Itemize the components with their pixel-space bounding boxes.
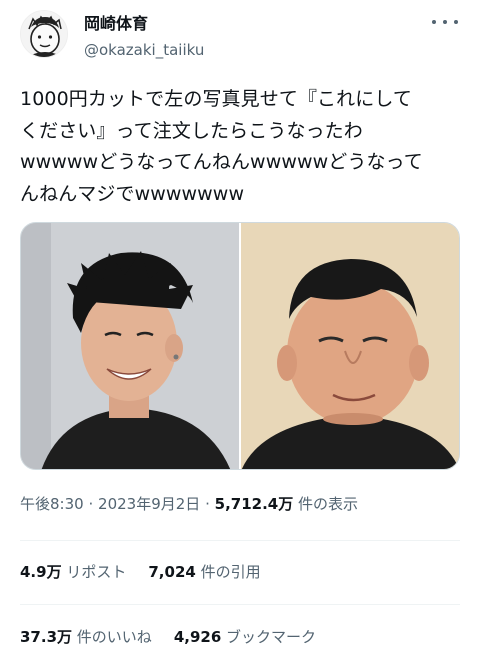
- tweet-text-line: 1000円カットで左の写真見せて『これにして: [20, 88, 412, 110]
- dot: [432, 20, 436, 24]
- tweet-header: 岡崎体育 @okazaki_taiiku: [20, 10, 460, 66]
- bookmarks-label: ブックマーク: [226, 628, 317, 646]
- dot: [454, 20, 458, 24]
- quotes-count: 7,024: [148, 563, 196, 581]
- meta-separator: ·: [205, 495, 210, 513]
- reposts-stat[interactable]: 4.9万 リポスト: [20, 563, 126, 581]
- author-avatar[interactable]: [20, 10, 68, 58]
- man-after-haircut-photo-icon: [241, 223, 459, 469]
- likes-stat[interactable]: 37.3万 件のいいね: [20, 628, 152, 646]
- author-display-name[interactable]: 岡崎体育: [84, 14, 148, 34]
- young-man-smiling-photo-icon: [21, 223, 239, 469]
- meta-separator: ·: [88, 495, 94, 513]
- author-handle[interactable]: @okazaki_taiiku: [84, 40, 204, 60]
- views-count[interactable]: 5,712.4万: [215, 495, 294, 513]
- tweet-date[interactable]: 2023年9月2日: [98, 495, 200, 513]
- tweet-text-line: んねんマジでwwwwwww: [20, 182, 245, 205]
- more-options-icon[interactable]: [432, 12, 458, 32]
- tweet-media: [20, 222, 460, 470]
- likes-count: 37.3万: [20, 628, 73, 646]
- illustrated-avatar-icon: [21, 11, 67, 57]
- divider: [20, 604, 460, 605]
- views-label: 件の表示: [298, 495, 359, 513]
- tweet-time[interactable]: 午後8:30: [20, 495, 84, 513]
- left-photo[interactable]: [21, 223, 239, 469]
- tweet-meta: 午後8:30 · 2023年9月2日 · 5,712.4万 件の表示: [20, 494, 358, 514]
- likes-label: 件のいいね: [76, 628, 152, 646]
- reposts-label: リポスト: [66, 563, 127, 581]
- dot: [443, 20, 447, 24]
- quotes-label: 件の引用: [200, 563, 261, 581]
- divider: [20, 540, 460, 541]
- bookmarks-stat[interactable]: 4,926 ブックマーク: [174, 628, 316, 646]
- like-bookmark-stats: 37.3万 件のいいね 4,926 ブックマーク: [20, 627, 316, 647]
- quotes-stat[interactable]: 7,024 件の引用: [148, 563, 260, 581]
- right-photo[interactable]: [241, 223, 459, 469]
- bookmarks-count: 4,926: [173, 628, 222, 646]
- tweet-text-line: ください』って注文したらこうなったわ: [20, 119, 363, 142]
- repost-quote-stats: 4.9万 リポスト 7,024 件の引用: [20, 562, 261, 582]
- reposts-count: 4.9万: [20, 563, 62, 581]
- tweet-text: 1000円カットで左の写真見せて『これにして ください』って注文したらこうなった…: [20, 84, 465, 210]
- tweet-text-line: wwwwwどうなってんねんwwwwwどうなって: [20, 151, 423, 173]
